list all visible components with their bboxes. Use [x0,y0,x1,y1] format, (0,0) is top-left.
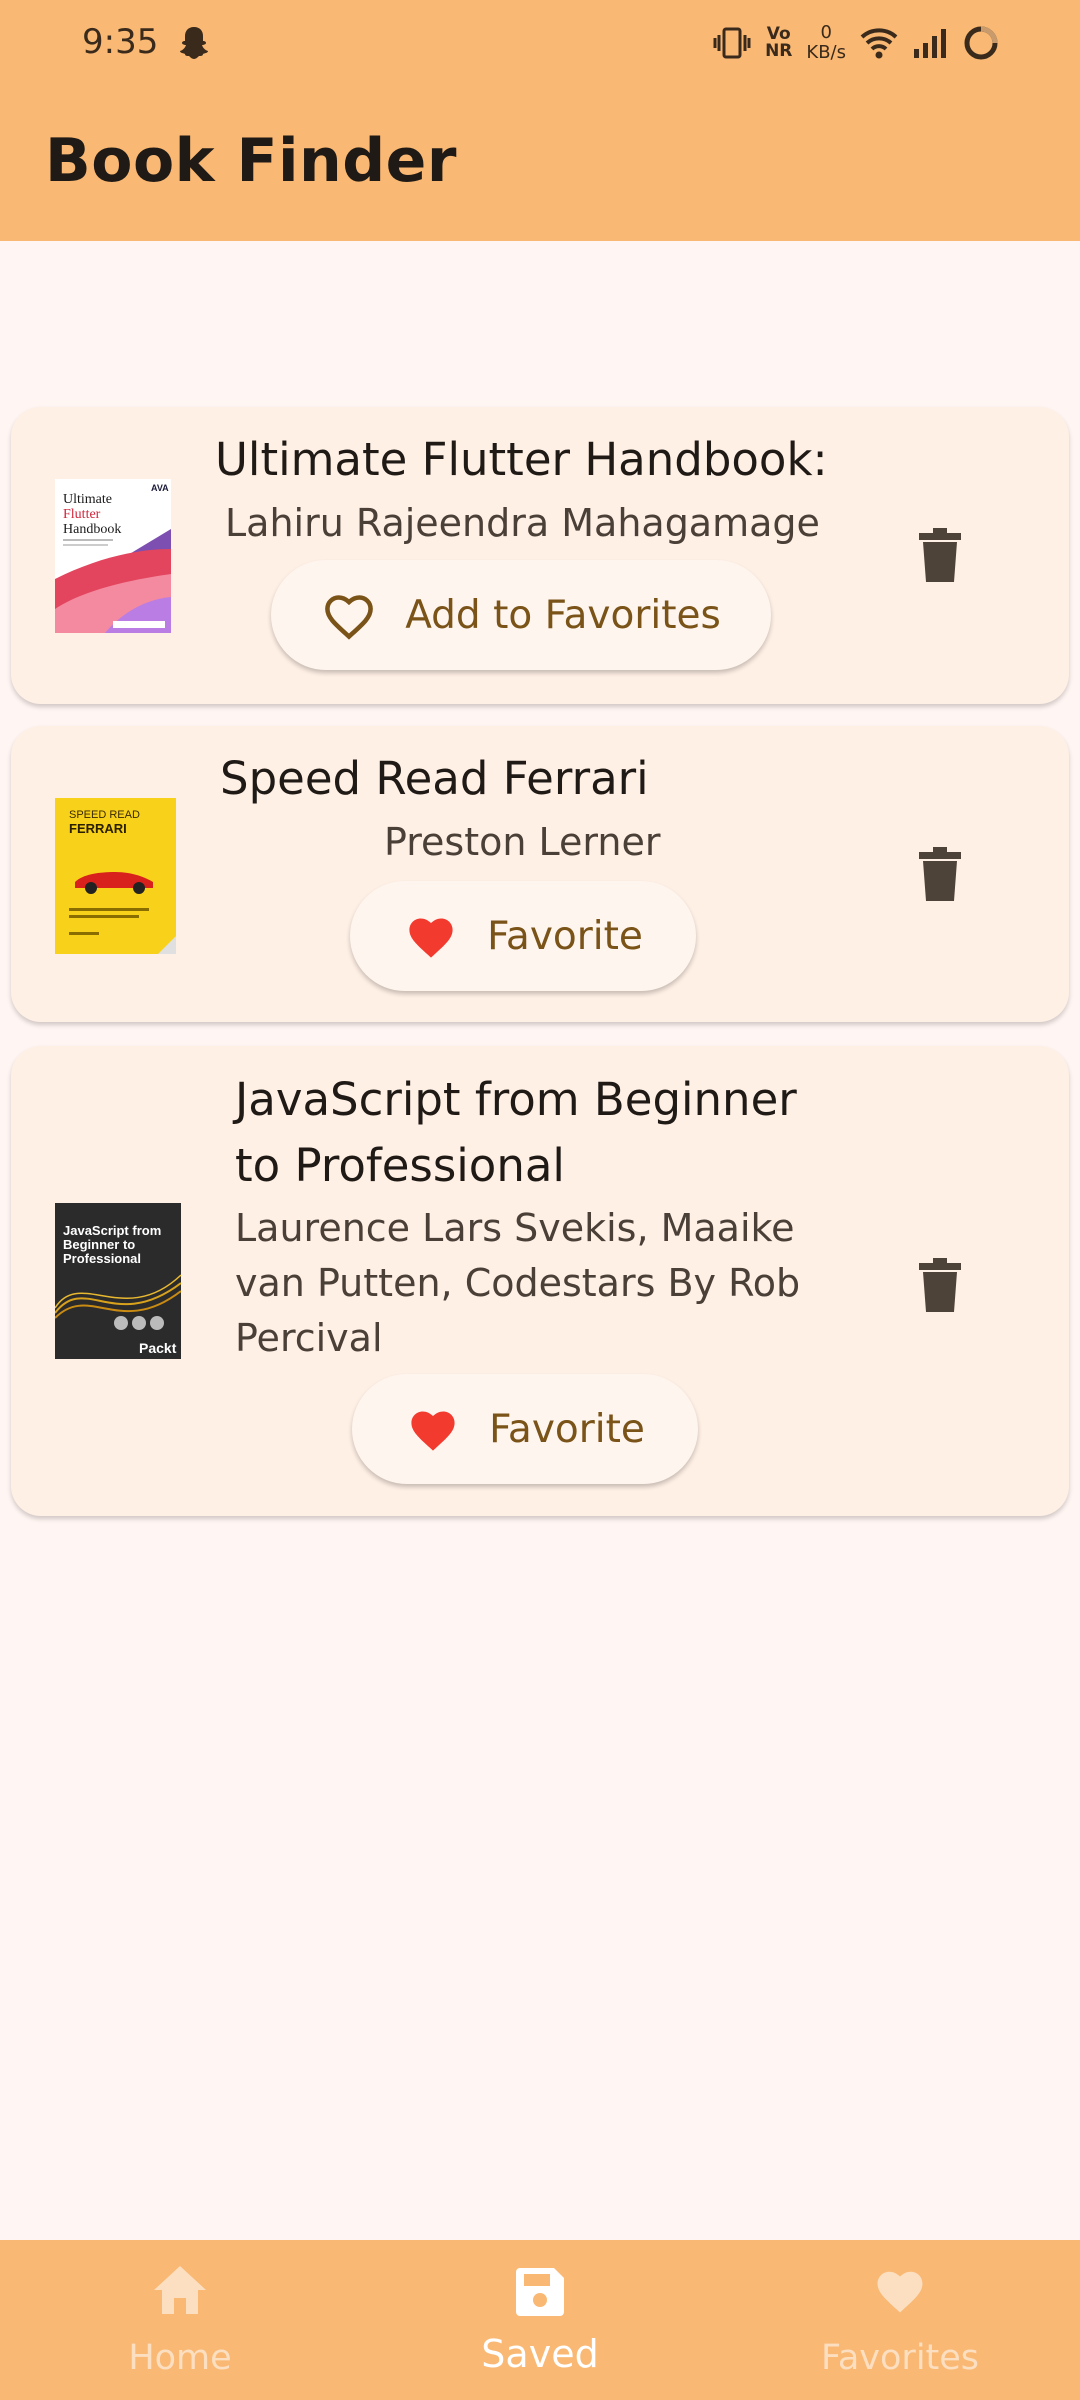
signal-icon [914,29,946,58]
favorite-button-label: Add to Favorites [405,592,721,638]
save-icon [516,2268,564,2316]
bottom-navigation: Home Saved Favorites [0,2240,1080,2400]
book-cover: AVA Ultimate Flutter Handbook [55,479,171,633]
delete-icon[interactable] [919,528,961,582]
svg-text:SPEED READ: SPEED READ [69,809,140,821]
nav-favorites-label: Favorites [820,2338,980,2378]
cover-publisher: AVA [151,483,169,493]
svg-text:JavaScript from: JavaScript from [63,1223,161,1238]
favorite-button[interactable]: Favorite [350,881,696,991]
status-time: 9:35 [82,22,159,62]
book-cover: SPEED READ FERRARI [55,798,176,954]
wifi-icon [860,28,898,59]
nav-favorites[interactable]: Favorites [720,2240,1080,2400]
add-to-favorites-button[interactable]: Add to Favorites [271,560,771,670]
home-icon [154,2266,206,2314]
nav-home[interactable]: Home [0,2240,360,2400]
vibrate-icon [713,27,751,59]
svg-text:Beginner to: Beginner to [63,1237,135,1252]
book-author: Preston Lerner [384,820,661,864]
svg-text:FERRARI: FERRARI [69,821,127,836]
snapchat-icon [180,27,208,59]
book-author: Laurence Lars Svekis, Maaike van Putten,… [235,1206,801,1360]
svg-text:Handbook: Handbook [63,522,121,537]
svg-text:Professional: Professional [63,1251,141,1266]
book-author: Lahiru Rajeendra Mahagamage [225,501,820,545]
book-title: Speed Read Ferrari [220,752,649,805]
favorite-button-label: Favorite [487,913,643,959]
status-icons: Vo NR 0 KB/s [713,18,1000,68]
svg-text:Ultimate: Ultimate [63,492,112,507]
nav-home-label: Home [128,2338,232,2378]
delete-icon[interactable] [919,1258,961,1312]
book-card: JavaScript from Beginner to Professional… [11,1046,1069,1516]
page-title: Book Finder [45,126,457,196]
heart-filled-icon [409,918,453,958]
book-title: Ultimate Flutter Handbook: [215,433,828,486]
book-cover: JavaScript from Beginner to Professional… [55,1203,181,1359]
favorite-button-label: Favorite [489,1406,645,1452]
net-speed: 0 KB/s [806,22,846,63]
volte-icon: Vo NR [765,24,793,61]
nav-saved[interactable]: Saved [360,2240,720,2400]
nav-saved-label: Saved [481,2332,599,2376]
app-header: 9:35 Vo NR 0 KB/s Book Finder [0,0,1080,241]
svg-text:Flutter: Flutter [63,507,101,522]
heart-icon [877,2271,923,2313]
delete-icon[interactable] [919,847,961,901]
heart-outline-icon [325,595,374,640]
heart-filled-icon [411,1411,455,1451]
favorite-button[interactable]: Favorite [352,1374,698,1484]
loading-ring-icon [964,26,998,60]
book-title: JavaScript from Beginner to Professional [235,1073,797,1192]
book-card: SPEED READ FERRARI Speed Read Ferrari Pr… [11,726,1069,1022]
book-card: AVA Ultimate Flutter Handbook Ultimate F… [11,407,1069,704]
svg-text:Packt: Packt [139,1340,177,1356]
